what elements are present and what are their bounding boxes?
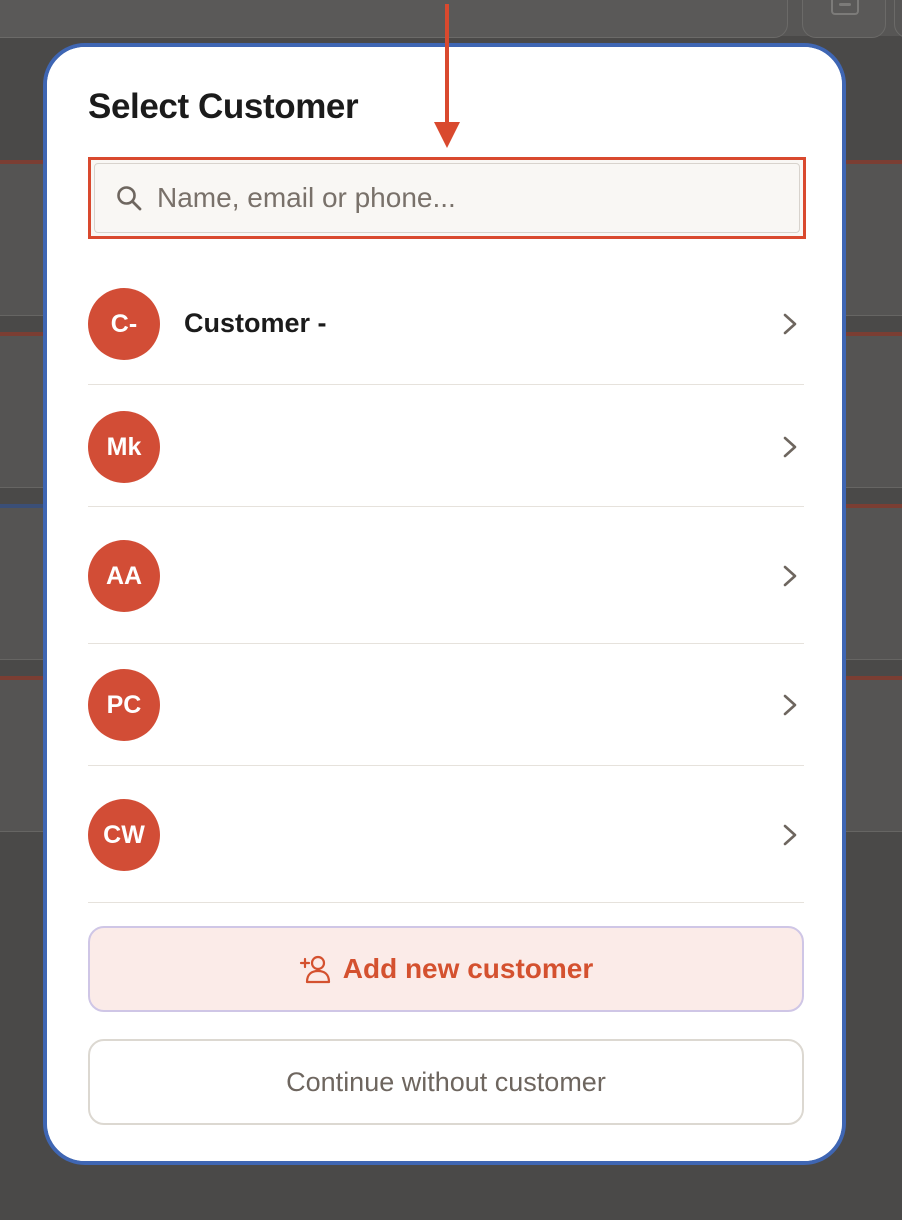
annotation-arrow-icon — [434, 4, 460, 148]
avatar: AA — [88, 540, 160, 612]
customer-list: C- Customer - Mk AA PC CW — [88, 277, 804, 903]
search-input[interactable] — [157, 170, 777, 226]
customer-list-item[interactable]: PC — [88, 644, 804, 766]
customer-list-item[interactable]: AA — [88, 507, 804, 644]
customer-list-item[interactable]: C- Customer - — [88, 277, 804, 385]
customer-list-item[interactable]: CW — [88, 766, 804, 903]
background-top-button — [802, 0, 886, 38]
select-customer-modal: Select Customer C- Customer - Mk AA PC — [43, 43, 846, 1165]
avatar: C- — [88, 288, 160, 360]
add-new-customer-button[interactable]: Add new customer — [88, 926, 804, 1012]
avatar: PC — [88, 669, 160, 741]
search-box[interactable] — [88, 157, 806, 239]
continue-without-customer-button[interactable]: Continue without customer — [88, 1039, 804, 1125]
search-icon — [117, 186, 142, 211]
add-user-icon — [299, 955, 330, 984]
chevron-right-icon — [783, 824, 797, 846]
tray-icon-detail — [839, 3, 851, 6]
add-new-customer-label: Add new customer — [342, 953, 594, 984]
customer-list-item[interactable]: Mk — [88, 385, 804, 507]
chevron-right-icon — [783, 694, 797, 716]
avatar: CW — [88, 799, 160, 871]
modal-title: Select Customer — [88, 87, 359, 126]
avatar: Mk — [88, 411, 160, 483]
chevron-right-icon — [783, 565, 797, 587]
customer-name: Customer - — [184, 308, 327, 338]
chevron-right-icon — [783, 313, 797, 335]
chevron-right-icon — [783, 436, 797, 458]
background-top-field — [0, 0, 788, 38]
